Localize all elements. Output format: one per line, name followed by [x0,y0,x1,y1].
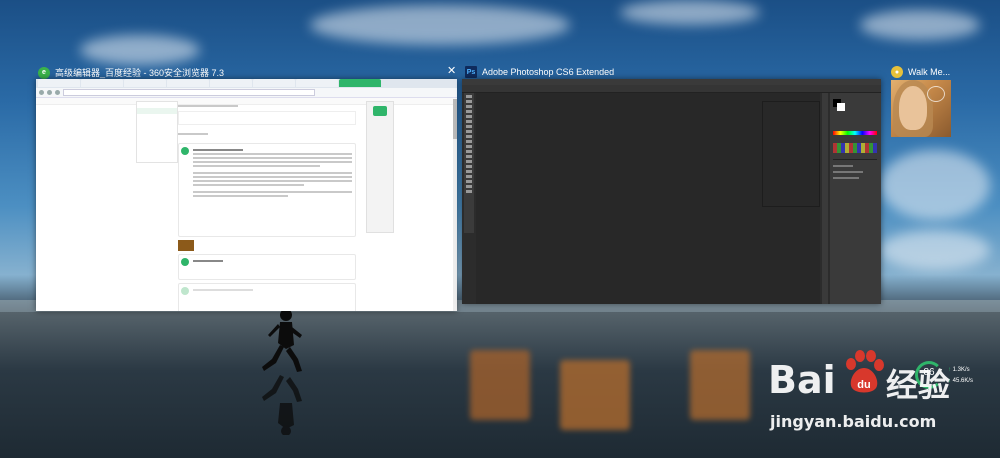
watermark-cn-text: 经验 [886,366,951,404]
tab[interactable] [38,79,80,87]
editor-left-nav [136,101,178,163]
watermark-url: jingyan.baidu.com [770,412,937,431]
url-field[interactable] [63,89,315,96]
photoshop-window-thumbnail[interactable] [462,79,881,304]
tab[interactable] [210,79,252,87]
browser-window-thumbnail[interactable] [36,79,457,311]
media-player-icon: ● [891,66,903,78]
ps-canvas-frame [762,101,820,207]
refresh-icon[interactable] [55,90,60,95]
album-logo [927,86,945,102]
step-card[interactable] [178,254,356,280]
photoshop-window-caption[interactable]: Ps Adobe Photoshop CS6 Extended [465,66,614,78]
step-card[interactable] [178,143,356,237]
swatches[interactable] [833,143,877,153]
tab-strip [36,79,457,88]
color-spectrum[interactable] [833,131,877,135]
background-swatch[interactable] [837,103,845,111]
step-number-2 [181,258,189,266]
watermark-brand-left: Bai [768,358,836,402]
ps-options-bar[interactable] [462,85,881,93]
step-number-3 [181,287,189,295]
tab[interactable] [81,79,123,87]
photoshop-window-title: Adobe Photoshop CS6 Extended [482,67,615,77]
editor-right-panel [366,101,394,233]
tab[interactable] [167,79,209,87]
back-icon[interactable] [39,90,44,95]
step-number-1 [181,147,189,155]
walkme-window-thumbnail[interactable] [891,80,951,137]
tab[interactable] [124,79,166,87]
address-bar[interactable] [36,88,457,98]
scrollbar[interactable] [453,99,457,311]
forward-icon[interactable] [47,90,52,95]
step-image-thumb[interactable] [178,240,194,251]
nav-item[interactable] [137,120,177,126]
editor-main [178,101,356,311]
360-browser-icon: e [38,66,50,79]
publish-button[interactable] [373,106,387,116]
step-card[interactable] [178,283,356,311]
ps-panels[interactable] [830,93,881,304]
tab[interactable] [253,79,295,87]
tab-active[interactable] [339,79,381,87]
tab[interactable] [296,79,338,87]
ps-panel-strip[interactable] [822,93,828,304]
walkme-window-title: Walk Me... [908,67,951,77]
browser-window-title: 高级编辑器_百度经验 - 360安全浏览器 7.3 [55,68,225,78]
ps-toolbox[interactable] [464,93,474,233]
browser-window-caption[interactable]: e 高级编辑器_百度经验 - 360安全浏览器 7.3 [38,66,224,79]
walkme-window-caption[interactable]: ● Walk Me... [891,66,950,78]
heading-placeholder [178,105,238,107]
section-title [178,133,208,135]
photoshop-icon: Ps [465,66,477,78]
svg-text:du: du [857,379,870,391]
baidu-paw-icon: du [846,350,884,393]
runner-silhouette [262,309,302,435]
baidu-jingyan-watermark: Bai du 经验 jingyan.baidu.com [768,350,998,440]
add-intro-box[interactable] [178,111,356,125]
close-icon[interactable]: ✕ [447,64,456,77]
